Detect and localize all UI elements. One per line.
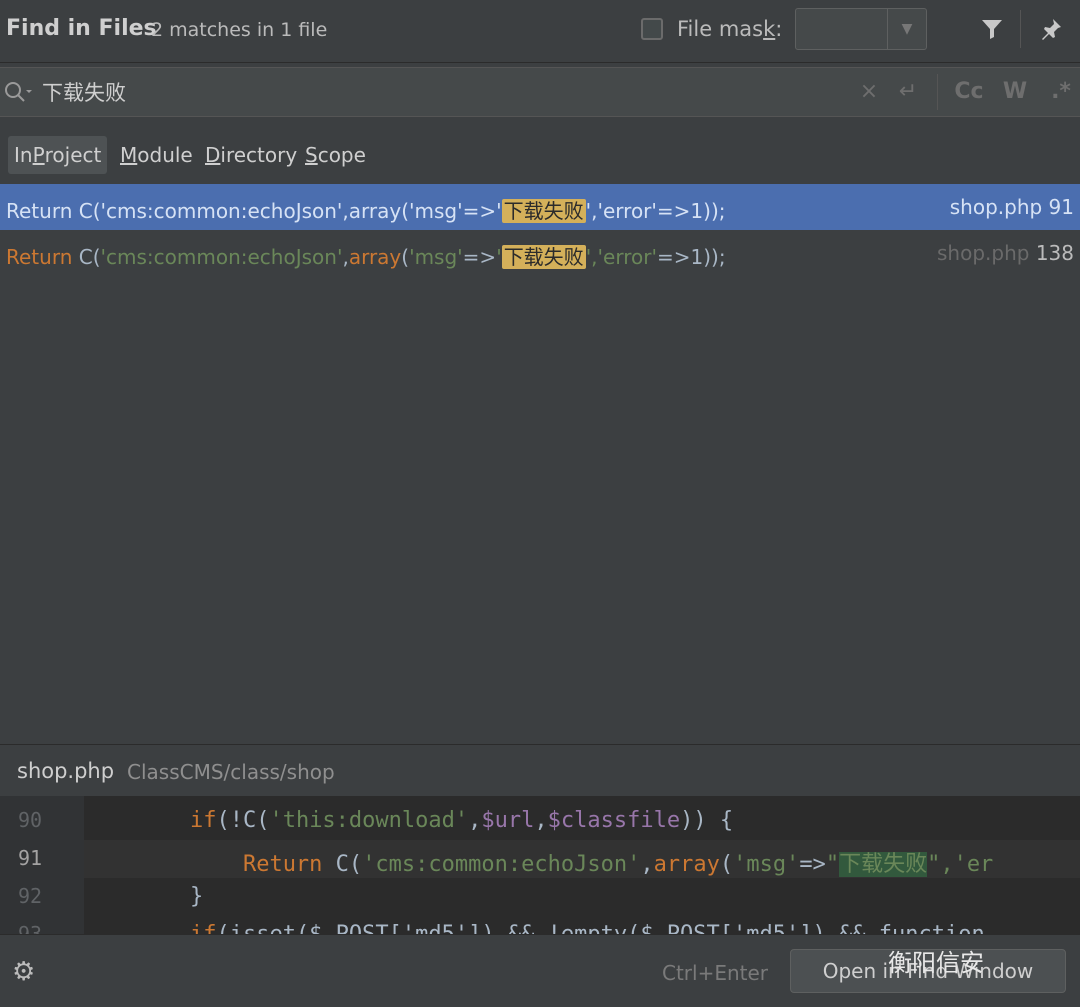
- preview-path-bar: shop.php ClassCMS/class/shop: [0, 744, 1080, 797]
- newline-icon[interactable]: ↵: [894, 76, 922, 106]
- search-divider: [937, 74, 938, 110]
- clear-icon[interactable]: ×: [856, 76, 882, 106]
- match-highlight: 下载失败: [501, 199, 586, 223]
- watermark: 衡阳信安: [888, 949, 984, 977]
- tab-scope[interactable]: Scope: [305, 136, 366, 174]
- result-code: Return C('cms:common:echoJson',array('ms…: [6, 199, 726, 223]
- preview-file-name: shop.php: [17, 759, 115, 783]
- code-line: }: [189, 884, 204, 909]
- preview-file-path: ClassCMS/class/shop: [127, 760, 335, 784]
- tab-in-project[interactable]: In Project: [8, 136, 108, 174]
- results-list: Return C('cms:common:echoJson',array('ms…: [0, 184, 1080, 744]
- result-location: shop.php 91: [949, 195, 1074, 219]
- code-line-current: Return C('cms:common:echoJson',array('ms…: [84, 840, 1080, 878]
- line-number: 92: [18, 884, 43, 908]
- shortcut-hint: Ctrl+Enter: [662, 961, 769, 985]
- match-case-toggle[interactable]: Cc: [952, 76, 986, 106]
- search-bar: × ↵ Cc W .*: [0, 67, 1080, 117]
- result-code: Return C('cms:common:echoJson',array('ms…: [6, 245, 726, 269]
- code-preview[interactable]: 90 91 92 93 if(!C('this:download',$url,$…: [0, 796, 1080, 934]
- pin-icon[interactable]: [1036, 14, 1066, 44]
- dialog-footer: ⚙ Ctrl+Enter Open in Find Window 衡阳信安: [0, 934, 1080, 1007]
- file-mask-label: File mask:: [677, 17, 783, 41]
- scope-bar: In Project Module Directory Scope: [0, 116, 1080, 184]
- filter-icon[interactable]: [977, 14, 1007, 44]
- header-divider: [1020, 10, 1021, 48]
- match-highlight: 下载失败: [501, 245, 586, 269]
- match-highlight: 下载失败: [839, 852, 928, 877]
- search-input[interactable]: [40, 76, 844, 108]
- line-number: 90: [18, 808, 43, 832]
- tab-directory[interactable]: Directory: [205, 136, 297, 174]
- code-line: if(!C('this:download',$url,$classfile)) …: [189, 808, 734, 833]
- search-icon[interactable]: [2, 78, 34, 106]
- result-row[interactable]: Return C('cms:common:echoJson',array('ms…: [0, 230, 1080, 276]
- find-header: Find in Files 2 matches in 1 file File m…: [0, 0, 1080, 63]
- file-mask-combo[interactable]: ▼: [795, 8, 927, 50]
- line-number: 93: [18, 922, 43, 934]
- file-mask-checkbox[interactable]: [641, 18, 663, 40]
- chevron-down-icon[interactable]: ▼: [887, 9, 926, 49]
- match-count: 2 matches in 1 file: [151, 19, 328, 41]
- line-number: 91: [18, 846, 43, 870]
- gear-icon[interactable]: ⚙: [12, 957, 35, 987]
- code-line: if(isset($_POST['md5']) && !empty($_POST…: [84, 916, 1080, 934]
- tab-module[interactable]: Module: [120, 136, 193, 174]
- regex-toggle[interactable]: .*: [1046, 76, 1076, 106]
- dialog-title: Find in Files: [6, 16, 157, 41]
- result-location: shop.php 138: [937, 241, 1074, 265]
- result-row-selected[interactable]: Return C('cms:common:echoJson',array('ms…: [0, 184, 1080, 230]
- whole-words-toggle[interactable]: W: [1000, 76, 1030, 106]
